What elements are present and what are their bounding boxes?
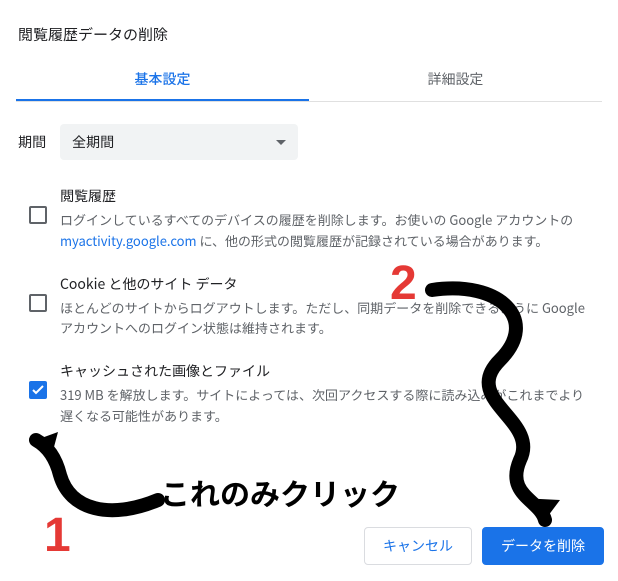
- clear-data-button[interactable]: データを削除: [482, 527, 604, 565]
- option-desc: ほとんどのサイトからログアウトします。ただし、同期データを削除できるように Go…: [60, 298, 586, 340]
- option-desc: 319 MB を解放します。サイトによっては、次回アクセスする際に読み込みがこれ…: [60, 385, 586, 427]
- tab-basic[interactable]: 基本設定: [16, 57, 309, 101]
- cancel-button[interactable]: キャンセル: [364, 527, 472, 565]
- myactivity-link[interactable]: myactivity.google.com: [60, 231, 197, 250]
- annotation-click-this: これのみクリック: [160, 470, 400, 514]
- option-cookies: Cookie と他のサイト データ ほとんどのサイトからログアウトします。ただし…: [16, 266, 602, 354]
- dialog-title: 閲覧履歴データの削除: [16, 16, 602, 57]
- time-range-label: 期間: [18, 132, 46, 152]
- checkbox-cookies[interactable]: [29, 294, 47, 312]
- option-browsing-history: 閲覧履歴 ログインしているすべてのデバイスの履歴を削除します。お使いの Goog…: [16, 178, 602, 266]
- desc-part: に、他の形式の閲覧履歴が記録されている場合があります。: [197, 231, 549, 250]
- dialog-actions: キャンセル データを削除: [364, 527, 604, 565]
- time-range-select[interactable]: 全期間: [60, 124, 298, 160]
- annotation-number-1: 1: [44, 508, 71, 563]
- chevron-down-icon: [276, 140, 286, 145]
- checkbox-cache[interactable]: [29, 381, 47, 399]
- checkbox-browsing-history[interactable]: [29, 206, 47, 224]
- option-title: キャッシュされた画像とファイル: [60, 361, 586, 381]
- time-range-row: 期間 全期間: [16, 122, 602, 178]
- option-desc: ログインしているすべてのデバイスの履歴を削除します。お使いの Google アカ…: [60, 210, 586, 252]
- option-cache: キャッシュされた画像とファイル 319 MB を解放します。サイトによっては、次…: [16, 353, 602, 441]
- option-title: 閲覧履歴: [60, 186, 586, 206]
- time-range-value: 全期間: [72, 132, 114, 152]
- clear-browsing-data-dialog: 閲覧履歴データの削除 基本設定 詳細設定 期間 全期間 閲覧履歴 ログインしてい…: [0, 0, 618, 457]
- tab-advanced[interactable]: 詳細設定: [309, 57, 602, 101]
- option-title: Cookie と他のサイト データ: [60, 274, 586, 294]
- tabs: 基本設定 詳細設定: [16, 57, 602, 102]
- desc-part: ログインしているすべてのデバイスの履歴を削除します。お使いの Google アカ…: [60, 210, 573, 229]
